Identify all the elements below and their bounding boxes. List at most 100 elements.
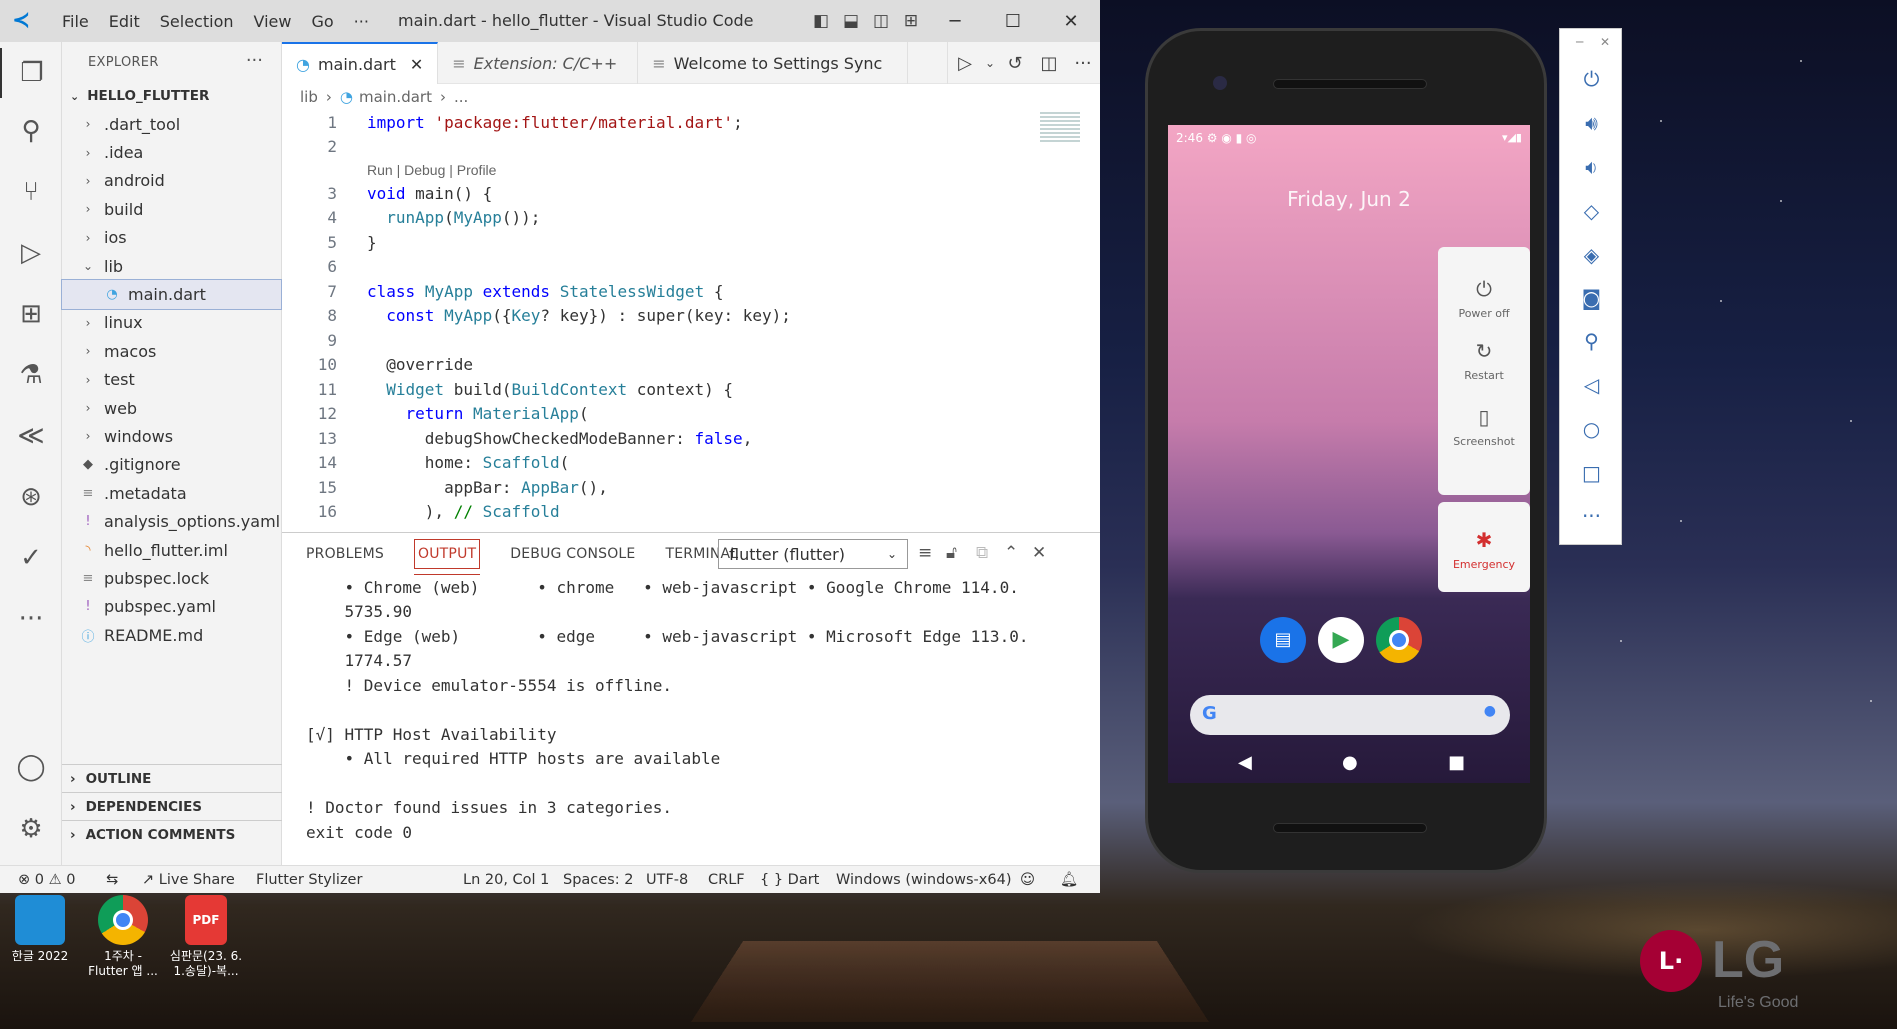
phone-screen[interactable]: 2:46 ⚙ ◉ ▮ ◎ ▾◢▮ Friday, Jun 2 ⏻ Power of… [1168,125,1530,783]
more-icon[interactable]: ··· [1560,504,1623,528]
tree-item[interactable]: › ios [62,224,281,252]
live-share-status[interactable]: ↗ Live Share [142,872,235,888]
toggle-sidebar-icon[interactable]: ◧ [806,11,836,31]
menu-selection[interactable]: Selection [150,12,244,31]
device-status[interactable]: Windows (windows-x64) [836,872,1011,888]
emergency-button[interactable]: ✱ Emergency [1438,502,1530,592]
search-icon[interactable]: ⚲ [0,106,62,156]
tree-item[interactable]: › .dart_tool [62,110,281,138]
output-channel-select[interactable]: flutter (flutter) ⌄ [718,539,908,569]
close-button[interactable]: ✕ [1042,11,1100,32]
account-icon[interactable]: ◯ [0,742,62,792]
tree-item[interactable]: › web [62,394,281,422]
code-editor[interactable]: 1 import 'package:flutter/material.dart';… [282,110,1100,524]
settings-gear-icon[interactable]: ⚙ [0,804,62,854]
screenshot-button[interactable]: ▯ Screenshot [1438,405,1530,448]
breadcrumb-folder[interactable]: lib [300,88,318,106]
code-lens-run-debug[interactable]: Run | Debug | Profile [367,159,1100,181]
play-store-app-icon[interactable]: ▶ [1318,617,1364,663]
overview-icon[interactable]: □ [1560,461,1623,485]
desktop-icon-pdf[interactable]: PDF 심판문(23. 6. 1.송달)-복... [166,895,246,979]
tab-settings-sync[interactable]: ≡ Welcome to Settings Sync [638,42,909,84]
clear-output-icon[interactable]: ≡ [918,543,932,563]
close-panel-icon[interactable]: ✕ [1032,543,1046,563]
tab-main-dart[interactable]: ◔ main.dart ✕ [282,42,439,84]
menu-edit[interactable]: Edit [99,12,150,31]
minimap[interactable] [1040,112,1080,142]
power-off-button[interactable]: ⏻ Power off [1438,277,1530,320]
toggle-secondary-sidebar-icon[interactable]: ◫ [866,11,896,31]
notifications-bell-icon[interactable]: 🔔︎ [1060,871,1078,888]
tree-item[interactable]: ◝ hello_flutter.iml [62,536,281,564]
minimize-button[interactable]: ─ [926,11,984,32]
tree-item[interactable]: › android [62,167,281,195]
more-actions-icon[interactable]: ··· [1066,53,1100,74]
tree-item[interactable]: › windows [62,422,281,450]
desktop-icon-chrome-shortcut[interactable]: 1주차 - Flutter 앱 ... [83,895,163,979]
volume-down-icon[interactable]: 🔉︎ [1560,155,1623,179]
tree-item[interactable]: › .idea [62,138,281,166]
problems-status[interactable]: ⊗ 0 ⚠ 0 [18,872,75,888]
menu-go[interactable]: Go [301,12,343,31]
google-search-bar[interactable]: G ● [1190,695,1510,735]
restart-button[interactable]: ↻ Restart [1438,339,1530,382]
git-graph-icon[interactable]: ⊛ [0,472,62,522]
breadcrumb-symbol[interactable]: ... [454,88,468,106]
close-emulator-icon[interactable]: ✕ [1600,35,1610,49]
split-editor-icon[interactable]: ◫ [1032,53,1066,74]
toggle-panel-icon[interactable]: ⬓ [836,11,866,31]
open-editor-icon[interactable]: ⧉ [976,543,988,563]
project-root[interactable]: ⌄ HELLO_FLUTTER [62,82,281,110]
tree-item[interactable]: ⓘ README.md [62,621,281,649]
tab-output[interactable]: OUTPUT [414,533,481,575]
camera-icon[interactable]: ◙ [1560,286,1623,310]
tree-item[interactable]: ≡ .metadata [62,479,281,507]
outline-section[interactable]: › OUTLINE [62,764,282,792]
minimize-emulator-icon[interactable]: ─ [1576,35,1583,49]
tree-item[interactable]: › linux [62,309,281,337]
cursor-position[interactable]: Ln 20, Col 1 [463,872,549,888]
power-icon[interactable]: ⏻ [1560,67,1623,91]
run-icon[interactable]: ⇆ [106,872,118,888]
rotate-left-icon[interactable]: ◇ [1560,199,1623,223]
zoom-icon[interactable]: ⚲ [1560,329,1623,353]
menu-file[interactable]: File [52,12,99,31]
maximize-panel-icon[interactable]: ⌃ [1004,543,1018,563]
tree-item[interactable]: ! pubspec.yaml [62,593,281,621]
action-comments-section[interactable]: › ACTION COMMENTS [62,820,282,848]
tree-item[interactable]: › test [62,366,281,394]
feedback-icon[interactable]: ☺ [1020,872,1035,888]
tree-item[interactable]: ! analysis_options.yaml [62,507,281,535]
flutter-icon[interactable]: ≪ [0,411,62,461]
eol-status[interactable]: CRLF [708,872,745,888]
dependencies-section[interactable]: › DEPENDENCIES [62,792,282,820]
customize-layout-icon[interactable]: ⊞ [896,11,926,31]
chevron-down-icon[interactable]: ⌄ [982,56,998,70]
tree-item[interactable]: ◆ .gitignore [62,451,281,479]
tree-item[interactable]: ≡ pubspec.lock [62,564,281,592]
encoding-status[interactable]: UTF-8 [646,872,688,888]
tree-item[interactable]: ◔ main.dart [61,279,282,310]
maximize-button[interactable]: ☐ [984,11,1042,32]
explorer-more-icon[interactable]: ··· [246,50,263,71]
tab-extension-cpp[interactable]: ≡ Extension: C/C++ [438,42,639,84]
messages-app-icon[interactable]: ▤ [1260,617,1306,663]
tree-item[interactable]: › build [62,195,281,223]
lock-scroll-icon[interactable]: 🔓︎ [946,543,957,563]
output-log[interactable]: • Chrome (web) • chrome • web-javascript… [282,575,1100,845]
tab-problems[interactable]: PROBLEMS [306,533,384,575]
extensions-icon[interactable]: ⊞ [0,289,62,339]
desktop-icon-hangul[interactable]: 한글 2022 [0,895,80,964]
breadcrumb-file[interactable]: main.dart [359,88,432,106]
menu-more[interactable]: ··· [344,12,379,31]
tree-item[interactable]: › macos [62,337,281,365]
back-icon[interactable]: ◁ [1560,373,1623,397]
close-tab-icon[interactable]: ✕ [410,55,423,74]
run-icon[interactable]: ▷ [948,53,982,74]
run-debug-icon[interactable]: ▷ [0,228,62,278]
menu-view[interactable]: View [244,12,302,31]
rotate-right-icon[interactable]: ◈ [1560,243,1623,267]
flutter-stylizer-status[interactable]: Flutter Stylizer [256,872,362,888]
indentation-status[interactable]: Spaces: 2 [563,872,633,888]
todo-check-icon[interactable]: ✓ [0,533,62,583]
